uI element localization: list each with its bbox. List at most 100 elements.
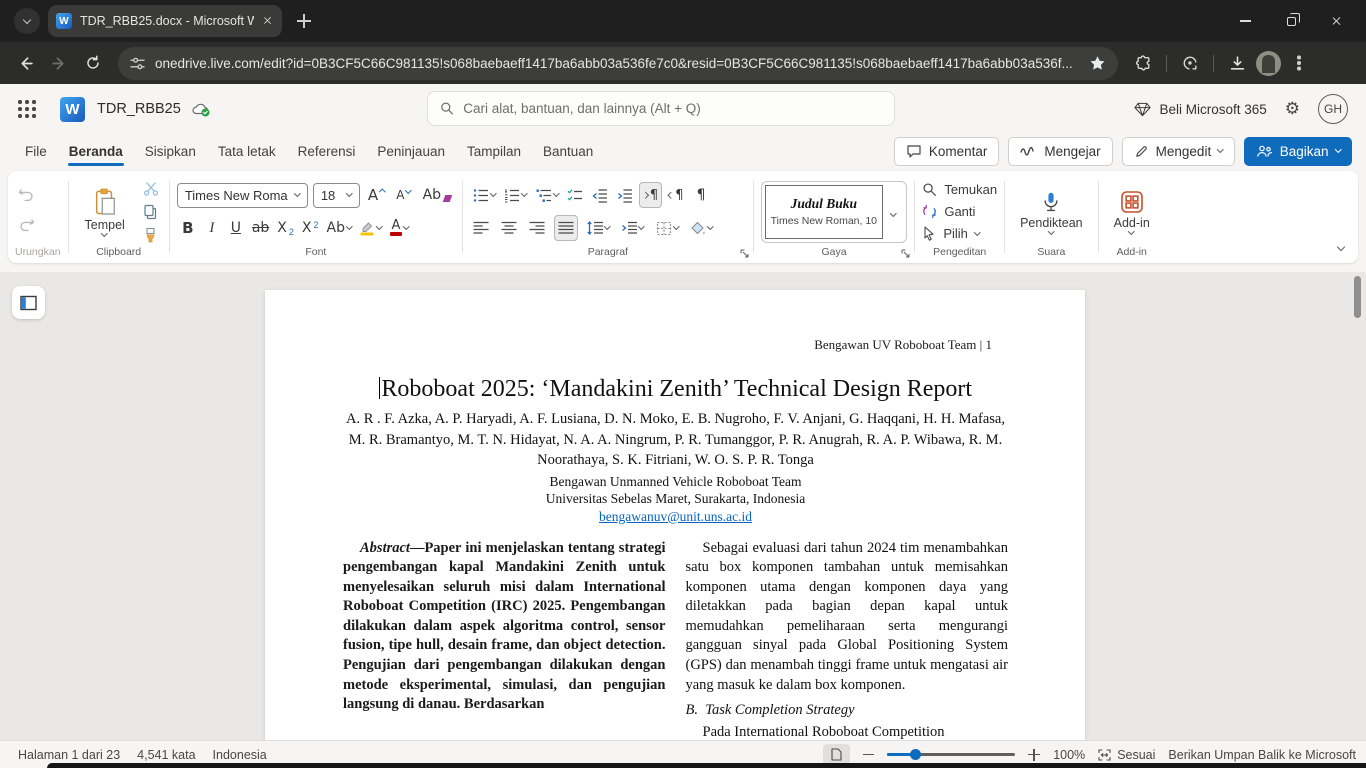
downloads-button[interactable] xyxy=(1222,48,1252,78)
style-gallery[interactable]: Judul Buku Times New Roman, 10 xyxy=(761,181,908,243)
tab-search-button[interactable] xyxy=(14,8,40,34)
browser-menu-icon[interactable] xyxy=(1297,61,1301,65)
find-button[interactable]: Temukan xyxy=(922,180,997,199)
format-painter-button[interactable] xyxy=(140,226,162,244)
search-bar[interactable] xyxy=(427,91,895,126)
align-left-button[interactable] xyxy=(470,215,492,241)
tab-close-icon[interactable] xyxy=(262,15,274,27)
browser-tab[interactable]: W TDR_RBB25.docx - Microsoft W xyxy=(48,5,282,37)
line-spacing-button[interactable] xyxy=(584,215,613,241)
authors-line[interactable]: A. R . F. Azka, A. P. Haryadi, A. F. Lus… xyxy=(343,409,1008,471)
catch-up-button[interactable]: Mengejar xyxy=(1008,137,1112,166)
underline-button[interactable]: U xyxy=(225,215,247,241)
zoom-out-button[interactable] xyxy=(863,754,874,756)
multilevel-list-button[interactable] xyxy=(533,182,562,208)
app-launcher-icon[interactable] xyxy=(18,100,36,118)
text-highlight-button[interactable] xyxy=(356,215,385,241)
body-paragraph[interactable]: Pada International Roboboat Competition xyxy=(686,723,1009,740)
column-left[interactable]: Abstract—Paper ini menjelaskan tentang s… xyxy=(343,539,666,741)
tab-sisipkan[interactable]: Sisipkan xyxy=(134,134,207,168)
select-button[interactable]: Pilih xyxy=(922,224,997,243)
zoom-slider-thumb[interactable] xyxy=(910,749,921,760)
site-info-icon[interactable] xyxy=(130,56,145,71)
word-logo-icon[interactable]: W xyxy=(60,97,85,122)
settings-gear-icon[interactable]: ⚙ xyxy=(1285,99,1300,119)
tab-beranda[interactable]: Beranda xyxy=(58,134,134,168)
section-heading[interactable]: B. Task Completion Strategy xyxy=(686,701,1009,721)
vertical-scrollbar[interactable] xyxy=(1354,276,1361,318)
paste-button[interactable]: Tempel xyxy=(76,187,134,237)
checklist-button[interactable] xyxy=(564,182,586,208)
zoom-slider[interactable] xyxy=(887,748,1015,762)
navigation-pane-button[interactable] xyxy=(12,286,45,319)
italic-button[interactable]: I xyxy=(201,215,223,241)
address-bar[interactable]: onedrive.live.com/edit?id=0B3CF5C66C9811… xyxy=(118,47,1118,80)
copy-button[interactable] xyxy=(140,203,162,221)
window-restore-button[interactable] xyxy=(1268,0,1314,42)
paragraph-indent-button[interactable] xyxy=(618,215,647,241)
email-link[interactable]: bengawanuv@unit.uns.ac.id xyxy=(599,509,752,524)
tab-referensi[interactable]: Referensi xyxy=(287,134,367,168)
cut-button[interactable] xyxy=(140,180,162,198)
body-paragraph[interactable]: Sebagai evaluasi dari tahun 2024 tim men… xyxy=(686,539,1009,696)
word-count[interactable]: 4,541 kata xyxy=(137,748,195,762)
document-canvas[interactable]: Bengawan UV Roboboat Team | 1 Roboboat 2… xyxy=(0,272,1366,740)
account-avatar[interactable]: GH xyxy=(1318,94,1348,124)
bullet-list-button[interactable] xyxy=(470,182,499,208)
borders-button[interactable] xyxy=(653,215,682,241)
replace-button[interactable]: Ganti xyxy=(922,202,997,221)
language-indicator[interactable]: Indonesia xyxy=(213,748,267,762)
font-size-select[interactable]: 18 xyxy=(313,183,360,208)
change-case-button[interactable]: Ab xyxy=(324,215,355,241)
tab-tata-letak[interactable]: Tata letak xyxy=(207,134,287,168)
tab-bantuan[interactable]: Bantuan xyxy=(532,134,604,168)
affiliation-line-1[interactable]: Bengawan Unmanned Vehicle Roboboat Team xyxy=(343,473,1008,491)
show-formatting-button[interactable]: ¶ xyxy=(690,182,712,208)
buy-microsoft-365-button[interactable]: Beli Microsoft 365 xyxy=(1134,102,1266,117)
search-lens-button[interactable] xyxy=(1175,48,1205,78)
redo-button[interactable] xyxy=(15,214,38,240)
back-button[interactable] xyxy=(10,48,40,78)
align-center-button[interactable] xyxy=(498,215,520,241)
browser-profile-avatar[interactable] xyxy=(1256,51,1281,76)
superscript-button[interactable]: X2 xyxy=(299,215,322,241)
feedback-link[interactable]: Berikan Umpan Balik ke Microsoft xyxy=(1168,748,1356,762)
dictate-button[interactable]: Pendiktean xyxy=(1012,190,1091,234)
rtl-paragraph-button[interactable]: ¶ xyxy=(665,182,687,208)
styles-dialog-launcher[interactable] xyxy=(901,249,910,258)
column-right[interactable]: Sebagai evaluasi dari tahun 2024 tim men… xyxy=(686,539,1009,741)
page-view-button[interactable] xyxy=(823,744,850,765)
document-title[interactable]: TDR_RBB25 xyxy=(97,101,181,117)
share-button[interactable]: Bagikan xyxy=(1244,137,1352,166)
document-page[interactable]: Bengawan UV Roboboat Team | 1 Roboboat 2… xyxy=(265,290,1085,740)
reload-button[interactable] xyxy=(78,48,108,78)
zoom-level[interactable]: 100% xyxy=(1053,748,1085,762)
forward-button[interactable] xyxy=(44,48,74,78)
align-right-button[interactable] xyxy=(526,215,548,241)
clear-formatting-button[interactable]: Ab xyxy=(420,182,454,208)
font-family-select[interactable]: Times New Roman xyxy=(177,183,308,208)
email-link-line[interactable]: bengawanuv@unit.uns.ac.id xyxy=(343,508,1008,526)
paragraph-dialog-launcher[interactable] xyxy=(740,249,749,258)
undo-button[interactable] xyxy=(15,184,38,210)
fit-to-page-button[interactable]: Sesuai xyxy=(1098,748,1155,762)
bold-button[interactable]: B xyxy=(177,215,199,241)
tab-file[interactable]: File xyxy=(14,134,58,168)
comments-button[interactable]: Komentar xyxy=(894,137,1000,166)
new-tab-button[interactable] xyxy=(292,9,316,33)
window-minimize-button[interactable] xyxy=(1222,0,1268,42)
zoom-in-button[interactable] xyxy=(1028,749,1040,761)
grow-font-button[interactable]: A xyxy=(365,182,388,208)
shrink-font-button[interactable]: A xyxy=(393,182,415,208)
affiliation-line-2[interactable]: Universitas Sebelas Maret, Surakarta, In… xyxy=(343,490,1008,508)
style-preview[interactable]: Judul Buku Times New Roman, 10 xyxy=(765,185,883,239)
bookmark-star-icon[interactable] xyxy=(1089,55,1106,72)
font-color-button[interactable]: A xyxy=(387,215,412,241)
document-heading[interactable]: Roboboat 2025: ‘Mandakini Zenith’ Techni… xyxy=(343,374,1008,405)
tab-tampilan[interactable]: Tampilan xyxy=(456,134,532,168)
justify-button[interactable] xyxy=(554,215,578,241)
addins-button[interactable]: Add-in xyxy=(1106,190,1158,234)
increase-indent-button[interactable] xyxy=(614,182,636,208)
page-count[interactable]: Halaman 1 dari 23 xyxy=(18,748,120,762)
abstract-paragraph[interactable]: Abstract—Paper ini menjelaskan tentang s… xyxy=(343,539,666,715)
